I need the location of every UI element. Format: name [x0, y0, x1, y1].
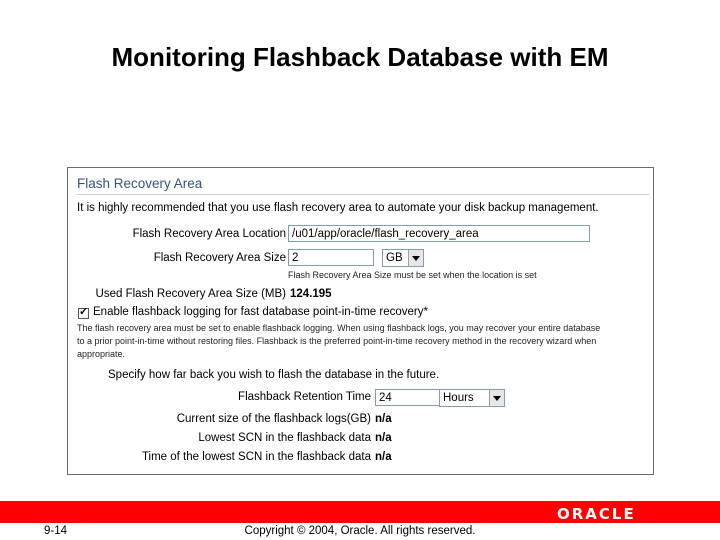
oracle-logo: ORACLE — [557, 505, 636, 523]
chevron-down-icon — [408, 250, 423, 266]
retention-unit-value: Hours — [443, 392, 474, 404]
section-divider — [77, 194, 649, 195]
size-field[interactable]: 2 — [288, 249, 374, 266]
size-unit-value: GB — [386, 252, 403, 264]
lowest-scn-time-label: Time of the lowest SCN in the flashback … — [141, 451, 371, 463]
retention-unit-select[interactable]: Hours — [439, 389, 505, 407]
intro-text: It is highly recommended that you use fl… — [77, 202, 599, 214]
enable-note-line2: to a prior point-in-time without restori… — [77, 336, 597, 346]
size-unit-select[interactable]: GB — [382, 249, 424, 267]
chevron-down-icon — [489, 390, 504, 406]
lowest-scn-value: n/a — [375, 432, 392, 444]
current-size-value: n/a — [375, 413, 392, 425]
retention-label: Flashback Retention Time — [238, 391, 371, 403]
lowest-scn-time-value: n/a — [375, 451, 392, 463]
lowest-scn-label: Lowest SCN in the flashback data — [198, 432, 371, 444]
em-screenshot-panel: Flash Recovery Area It is highly recomme… — [67, 167, 654, 475]
location-label: Flash Recovery Area Location — [132, 228, 286, 240]
enable-note-line1: The flash recovery area must be set to e… — [77, 323, 601, 333]
used-size-label: Used Flash Recovery Area Size (MB) — [95, 288, 286, 300]
location-field[interactable]: /u01/app/oracle/flash_recovery_area — [288, 225, 590, 242]
size-label: Flash Recovery Area Size — [153, 252, 286, 264]
specify-text: Specify how far back you wish to flash t… — [108, 369, 440, 381]
enable-note-line3: appropriate. — [77, 349, 126, 359]
size-hint: Flash Recovery Area Size must be set whe… — [288, 270, 537, 280]
checkmark-icon: ✓ — [79, 306, 89, 318]
used-size-value: 124.195 — [290, 288, 332, 300]
current-size-label: Current size of the flashback logs(GB) — [176, 413, 371, 425]
slide-title: Monitoring Flashback Database with EM — [111, 42, 609, 72]
enable-flashback-checkbox[interactable]: ✓ — [78, 306, 89, 319]
copyright-text: Copyright © 2004, Oracle. All rights res… — [244, 525, 476, 537]
section-title: Flash Recovery Area — [77, 176, 203, 191]
enable-flashback-label: Enable flashback logging for fast databa… — [93, 306, 428, 318]
